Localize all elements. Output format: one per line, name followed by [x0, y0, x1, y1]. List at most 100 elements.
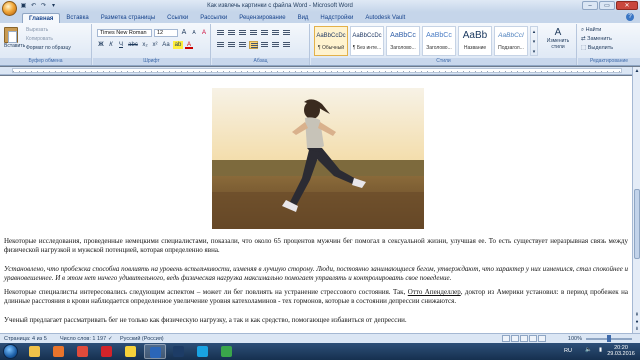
style-heading-2[interactable]: AaBbCc Заголово... — [422, 26, 456, 56]
zoom-slider[interactable] — [586, 335, 632, 342]
subscript-button[interactable]: x₂ — [141, 41, 149, 49]
align-right-icon[interactable] — [238, 41, 247, 49]
paragraph-1[interactable]: Некоторые исследования, проведенные неме… — [4, 237, 628, 255]
replace-button[interactable]: ⇄ Заменить — [581, 35, 613, 44]
print-layout-view-icon[interactable] — [502, 335, 510, 342]
paragraph-3[interactable]: Некоторые специалисты интересовались сле… — [4, 288, 628, 306]
taskbar-app-word[interactable] — [144, 344, 166, 359]
paragraph-2[interactable]: Установлено, что пробежка способна повли… — [4, 265, 628, 283]
network-icon[interactable]: ▮ — [599, 347, 602, 353]
show-marks-icon[interactable] — [282, 29, 291, 37]
paste-button[interactable]: Вставить — [4, 27, 25, 49]
document-page[interactable]: Некоторые исследования, проведенные неме… — [0, 76, 632, 333]
running-woman-image[interactable] — [212, 88, 424, 229]
maximize-button[interactable]: ▭ — [599, 1, 615, 10]
select-icon: ⬚ — [581, 45, 588, 51]
taskbar-app-skype[interactable] — [192, 344, 214, 359]
copy-button[interactable]: Копировать — [26, 35, 71, 44]
outline-view-icon[interactable] — [529, 335, 537, 342]
format-painter-button[interactable]: Формат по образцу — [26, 44, 71, 53]
draft-view-icon[interactable] — [538, 335, 546, 342]
multilevel-list-icon[interactable] — [238, 29, 247, 37]
qat-dropdown-icon[interactable]: ▾ — [50, 3, 57, 10]
style-normal[interactable]: AaBbCcDc ¶ Обычный — [314, 26, 348, 56]
tab-review[interactable]: Рецензирование — [233, 13, 291, 23]
editing-group: ⌕ Найти ⇄ Заменить ⬚ Выделить Редактиров… — [578, 24, 640, 65]
shading-icon[interactable] — [271, 41, 280, 49]
zoom-slider-knob[interactable] — [607, 335, 611, 342]
web-view-icon[interactable] — [520, 335, 528, 342]
redo-icon[interactable]: ↷ — [40, 3, 47, 10]
paragraph-4[interactable]: Ученый предлагает рассматривать бег не т… — [4, 316, 628, 325]
volume-icon[interactable]: 🔈 — [585, 347, 592, 353]
next-page-icon[interactable]: ⇟ — [633, 325, 640, 333]
find-button[interactable]: ⌕ Найти — [581, 26, 613, 35]
style-title[interactable]: AaBb Название — [458, 26, 492, 56]
taskbar-app-camtasia[interactable] — [216, 344, 238, 359]
start-button[interactable] — [3, 344, 18, 359]
minimize-button[interactable]: – — [582, 1, 598, 10]
taskbar-app-yandex[interactable] — [120, 344, 142, 359]
undo-icon[interactable]: ↶ — [30, 3, 37, 10]
style-heading-1[interactable]: AaBbCc Заголово... — [386, 26, 420, 56]
change-styles-icon: A — [554, 27, 562, 38]
close-button[interactable]: ✕ — [616, 1, 638, 10]
grow-font-button[interactable]: A — [180, 29, 188, 37]
clear-format-button[interactable]: A — [200, 29, 208, 37]
italic-button[interactable]: К — [107, 41, 115, 49]
tab-insert[interactable]: Вставка — [60, 13, 94, 23]
bullets-icon[interactable] — [216, 29, 225, 37]
taskbar-app-explorer[interactable] — [24, 344, 46, 359]
help-icon[interactable]: ? — [626, 13, 634, 21]
horizontal-ruler[interactable] — [0, 67, 632, 75]
decrease-indent-icon[interactable] — [249, 29, 258, 37]
style-sample: AaBb — [462, 30, 488, 41]
tab-addins[interactable]: Надстройки — [314, 13, 359, 23]
line-spacing-icon[interactable] — [260, 41, 269, 49]
align-left-icon[interactable] — [216, 41, 225, 49]
increase-indent-icon[interactable] — [260, 29, 269, 37]
scroll-thumb[interactable] — [634, 189, 640, 259]
tab-mailings[interactable]: Рассылки — [194, 13, 233, 23]
tab-references[interactable]: Ссылки — [161, 13, 194, 23]
style-subtitle[interactable]: AaBbCcI Подзагол... — [494, 26, 528, 56]
change-case-button[interactable]: Аа — [161, 41, 171, 49]
tab-autodesk-vault[interactable]: Autodesk Vault — [359, 13, 411, 23]
bold-button[interactable]: Ж — [97, 41, 105, 49]
full-screen-view-icon[interactable] — [511, 335, 519, 342]
vertical-scrollbar[interactable]: ▲ ⇞ ● ⇟ — [632, 67, 640, 333]
superscript-button[interactable]: x² — [151, 41, 159, 49]
shrink-font-button[interactable]: A — [190, 29, 198, 37]
input-language[interactable]: RU — [564, 348, 572, 354]
font-color-button[interactable]: A — [185, 41, 193, 49]
numbering-icon[interactable] — [227, 29, 236, 37]
borders-icon[interactable] — [282, 41, 291, 49]
window-title: Как извлечь картинки с файла Word - Micr… — [207, 3, 353, 9]
tab-page-layout[interactable]: Разметка страницы — [95, 13, 161, 23]
styles-scroll[interactable]: ▴ ▾ ▾ — [530, 26, 538, 56]
office-button[interactable] — [2, 1, 17, 16]
cut-button[interactable]: Вырезать — [26, 26, 71, 35]
sort-icon[interactable] — [271, 29, 280, 37]
justify-icon[interactable] — [249, 41, 258, 49]
taskbar-app-photoshop[interactable] — [168, 344, 190, 359]
taskbar-app-chrome[interactable] — [72, 344, 94, 359]
save-icon[interactable]: ▣ — [20, 3, 27, 10]
taskbar-app-media-player[interactable] — [48, 344, 70, 359]
strikethrough-button[interactable]: abc — [127, 41, 139, 49]
font-name-combo[interactable]: Times New Roman — [97, 29, 152, 37]
highlight-button[interactable]: ab — [173, 41, 183, 49]
change-styles-button[interactable]: A Изменить стили — [541, 27, 575, 50]
replace-label: Заменить — [587, 36, 612, 42]
align-center-icon[interactable] — [227, 41, 236, 49]
underline-button[interactable]: Ч — [117, 41, 125, 49]
tab-view[interactable]: Вид — [292, 13, 315, 23]
clipboard-group-label: Буфер обмена — [0, 58, 91, 65]
select-button[interactable]: ⬚ Выделить — [581, 44, 613, 53]
style-no-spacing[interactable]: AaBbCcDc ¶ Без инте... — [350, 26, 384, 56]
clock[interactable]: 20:20 29.03.2016 — [606, 345, 636, 357]
font-size-combo[interactable]: 12 — [154, 29, 178, 37]
tab-home[interactable]: Главная — [22, 13, 61, 23]
taskbar-app-opera[interactable] — [96, 344, 118, 359]
scroll-up-icon[interactable]: ▲ — [633, 67, 640, 75]
